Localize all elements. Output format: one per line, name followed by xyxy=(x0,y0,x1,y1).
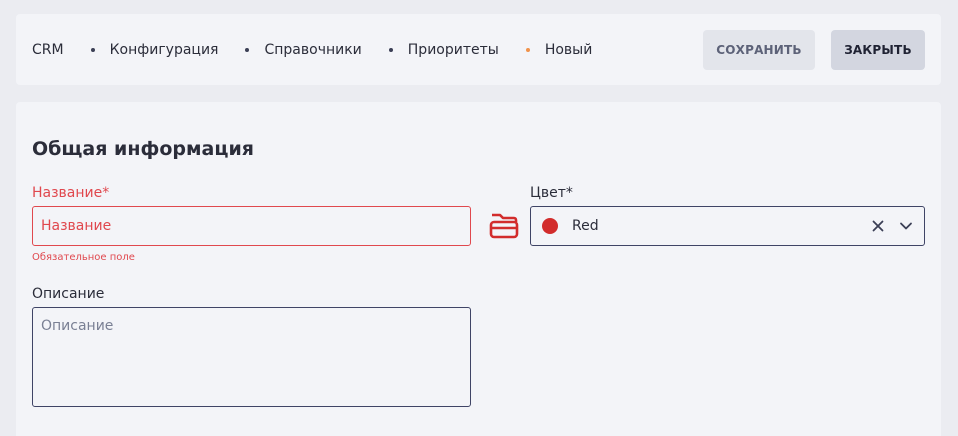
breadcrumb-item-directories[interactable]: Справочники xyxy=(264,42,361,58)
breadcrumb: CRM Конфигурация Справочники Приоритеты … xyxy=(32,14,592,85)
close-button[interactable]: ЗАКРЫТЬ xyxy=(831,30,925,70)
color-swatch xyxy=(542,218,558,234)
page-header: CRM Конфигурация Справочники Приоритеты … xyxy=(16,14,941,85)
chevron-down-icon[interactable] xyxy=(896,216,916,236)
breadcrumb-item-configuration[interactable]: Конфигурация xyxy=(110,42,219,58)
name-input[interactable] xyxy=(32,206,471,246)
general-info-card: Общая информация Название* Обязательное … xyxy=(16,102,941,436)
breadcrumb-separator xyxy=(245,47,250,52)
color-label: Цвет* xyxy=(530,185,573,201)
name-label: Название* xyxy=(32,185,110,201)
breadcrumb-item-crm[interactable]: CRM xyxy=(32,42,64,58)
name-error-message: Обязательное поле xyxy=(32,252,135,263)
description-textarea[interactable] xyxy=(32,307,471,407)
breadcrumb-separator xyxy=(388,47,393,52)
description-label: Описание xyxy=(32,286,105,302)
color-select[interactable]: Red xyxy=(530,206,925,246)
breadcrumb-item-priorities[interactable]: Приоритеты xyxy=(408,42,499,58)
color-select-value: Red xyxy=(572,218,599,234)
save-button[interactable]: СОХРАНИТЬ xyxy=(703,30,815,70)
breadcrumb-separator-active xyxy=(525,47,530,52)
breadcrumb-item-current: Новый xyxy=(544,41,593,58)
close-icon[interactable] xyxy=(868,216,888,236)
breadcrumb-separator xyxy=(90,47,95,52)
folder-open-icon[interactable] xyxy=(488,208,520,240)
section-title: Общая информация xyxy=(32,138,254,160)
